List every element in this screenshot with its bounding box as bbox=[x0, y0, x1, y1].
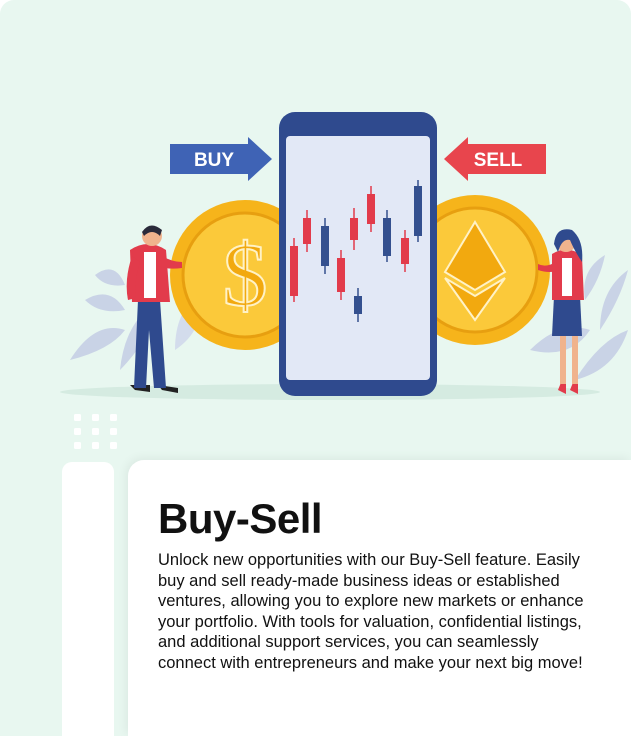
feature-text-card: Buy-Sell Unlock new opportunities with o… bbox=[128, 460, 631, 736]
sell-arrow-icon: SELL bbox=[444, 137, 546, 181]
feature-description: Unlock new opportunities with our Buy-Se… bbox=[158, 551, 584, 672]
buy-sell-feature-card: $ BUY SELL Buy-Sell Unlock new opportuni… bbox=[0, 0, 631, 736]
man-figure-icon bbox=[126, 225, 182, 393]
buy-label: BUY bbox=[194, 150, 234, 171]
sell-label: SELL bbox=[474, 150, 523, 171]
feature-title: Buy-Sell bbox=[158, 495, 323, 542]
buy-sell-illustration: $ BUY SELL bbox=[60, 112, 628, 400]
phone-chart-icon bbox=[279, 112, 437, 396]
decorative-dots bbox=[74, 414, 117, 449]
side-accent-panel bbox=[62, 462, 114, 736]
coin-dollar-symbol: $ bbox=[223, 226, 268, 325]
buy-arrow-icon: BUY bbox=[170, 137, 272, 181]
